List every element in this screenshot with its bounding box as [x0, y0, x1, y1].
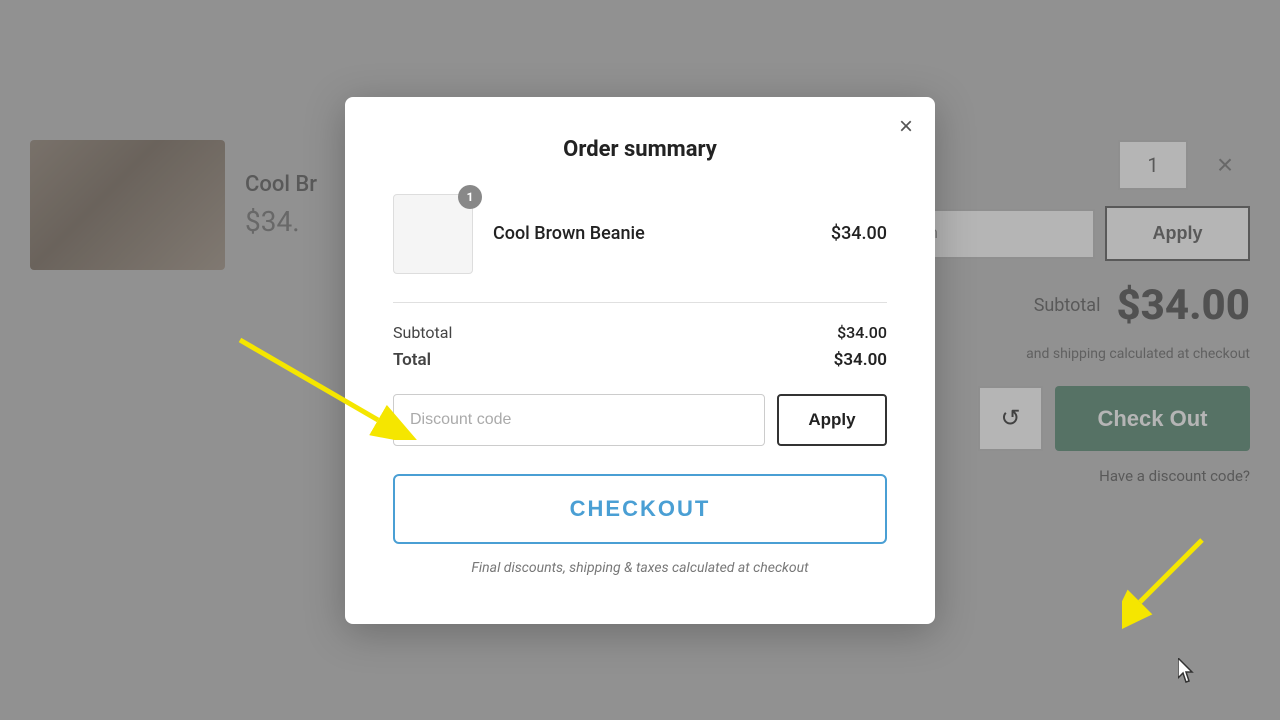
modal-apply-button[interactable]: Apply: [777, 394, 887, 446]
modal-total-row: Total $34.00: [393, 350, 887, 370]
modal-discount-row: Apply: [393, 394, 887, 446]
modal-note: Final discounts, shipping & taxes calcul…: [393, 560, 887, 576]
modal-item-price: $34.00: [831, 223, 887, 244]
modal-subtotal-label: Subtotal: [393, 323, 452, 342]
modal-item-badge: 1: [458, 185, 482, 209]
modal-item-row: 1 Cool Brown Beanie $34.00: [393, 194, 887, 274]
modal-overlay: × Order summary 1 Cool Brown Beanie $34.…: [0, 0, 1280, 720]
modal-title: Order summary: [393, 137, 887, 162]
modal-totals: Subtotal $34.00 Total $34.00: [393, 323, 887, 370]
modal-discount-input[interactable]: [393, 394, 765, 446]
modal-item-image: 1: [393, 194, 473, 274]
modal-subtotal-value: $34.00: [837, 323, 887, 342]
modal-close-button[interactable]: ×: [899, 115, 913, 139]
order-summary-modal: × Order summary 1 Cool Brown Beanie $34.…: [345, 97, 935, 624]
modal-total-label: Total: [393, 350, 431, 370]
modal-checkout-button[interactable]: CHECKOUT: [393, 474, 887, 544]
modal-divider: [393, 302, 887, 303]
modal-total-value: $34.00: [834, 350, 887, 370]
modal-item-name: Cool Brown Beanie: [493, 223, 811, 244]
modal-subtotal-row: Subtotal $34.00: [393, 323, 887, 342]
